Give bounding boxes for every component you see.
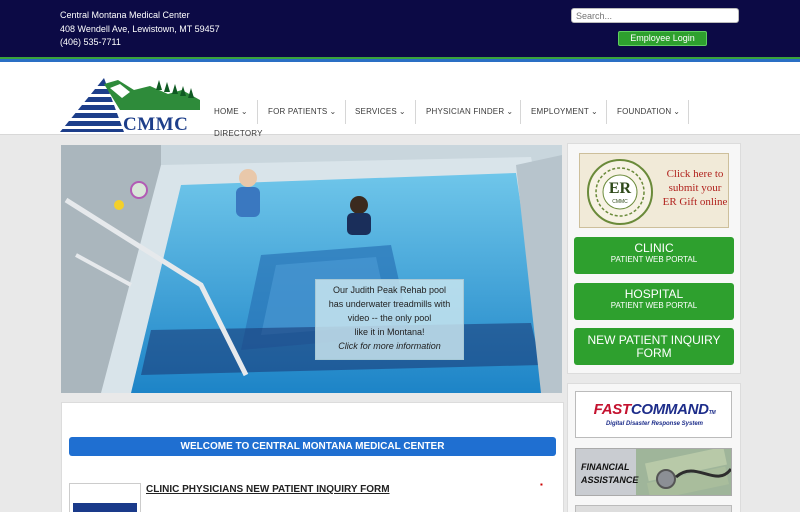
command-text: COMMAND	[630, 401, 709, 418]
red-marker-icon: ▪	[540, 480, 543, 489]
hospital-title: HOSPITAL	[624, 287, 684, 301]
nav-directory[interactable]: DIRECTORY	[214, 129, 263, 138]
nav-physician-finder[interactable]: PHYSICIAN FINDER ⌄	[426, 99, 513, 125]
nav-foundation-label: FOUNDATION	[617, 107, 672, 116]
fast-text: FAST	[593, 401, 631, 418]
nav-home[interactable]: HOME ⌄	[214, 99, 248, 125]
caption-line: has underwater treadmills with	[328, 299, 451, 309]
nav-divider	[415, 100, 416, 124]
er-badge-sub: CMMC	[612, 199, 628, 205]
sidebar-banner-partial[interactable]	[575, 505, 732, 512]
caption-line: like it in Montana!	[354, 327, 425, 337]
nav-for-patients[interactable]: FOR PATIENTS ⌄	[268, 99, 336, 125]
hospital-portal-button[interactable]: HOSPITAL PATIENT WEB PORTAL	[574, 283, 734, 320]
er-gift-text: Click here to submit your ER Gift online	[661, 167, 729, 209]
new-patient-line2: FORM	[636, 346, 672, 360]
contact-info: Central Montana Medical Center 408 Wende…	[60, 9, 220, 50]
nav-divider	[257, 100, 258, 124]
fastcommand-subtitle: Digital Disaster Response System	[605, 421, 704, 427]
nav-for-patients-label: FOR PATIENTS	[268, 107, 328, 116]
caption-line: video -- the only pool	[347, 313, 432, 323]
chevron-down-icon: ⌄	[591, 107, 598, 116]
financial-line: FINANCIAL	[581, 462, 630, 472]
chevron-down-icon: ⌄	[329, 107, 337, 116]
org-name: Central Montana Medical Center	[60, 10, 190, 20]
financial-assistance-banner[interactable]: FINANCIAL ASSISTANCE	[575, 448, 732, 496]
employee-login-button[interactable]: Employee Login	[618, 31, 707, 46]
search-input[interactable]	[571, 8, 739, 23]
top-bar: Central Montana Medical Center 408 Wende…	[0, 0, 800, 57]
nav-home-label: HOME	[214, 107, 239, 116]
rehab-pool-photo	[61, 145, 562, 393]
nav-divider	[520, 100, 521, 124]
er-gift-line: ER Gift online	[662, 196, 728, 208]
nav-divider	[345, 100, 346, 124]
inquiry-form-link[interactable]: CLINIC PHYSICIANS NEW PATIENT INQUIRY FO…	[146, 484, 390, 495]
nav-services[interactable]: SERVICES ⌄	[355, 99, 406, 125]
nav-divider	[688, 100, 689, 124]
nav-employment[interactable]: EMPLOYMENT ⌄	[531, 99, 598, 125]
caption-link[interactable]: Click for more information	[316, 339, 463, 353]
nav-foundation[interactable]: FOUNDATION ⌄	[617, 99, 680, 125]
clinic-sub: PATIENT WEB PORTAL	[610, 255, 698, 264]
er-gift-line: submit your	[668, 182, 722, 194]
fastcommand-title: FASTCOMMANDTM	[576, 401, 733, 418]
tm-mark: TM	[708, 410, 716, 416]
caption-line: Our Judith Peak Rehab pool	[332, 285, 447, 295]
hero-slideshow[interactable]	[61, 145, 562, 393]
stethoscope-money-image	[636, 449, 731, 495]
clinic-title: CLINIC	[634, 241, 674, 255]
nav-services-label: SERVICES	[355, 107, 397, 116]
nav-employment-label: EMPLOYMENT	[531, 107, 590, 116]
chevron-down-icon: ⌄	[506, 107, 514, 116]
caption-link-text: Click for more information	[338, 341, 441, 351]
address: 408 Wendell Ave, Lewistown, MT 59457	[60, 23, 220, 34]
phone[interactable]: (406) 535-7711	[60, 36, 220, 50]
hospital-sub: PATIENT WEB PORTAL	[610, 301, 698, 310]
new-patient-line1: NEW PATIENT INQUIRY	[587, 333, 721, 347]
logo-text[interactable]: CMMC	[123, 114, 188, 136]
chevron-down-icon: ⌄	[673, 107, 681, 116]
financial-line: ASSISTANCE	[581, 475, 639, 485]
welcome-banner: WELCOME TO CENTRAL MONTANA MEDICAL CENTE…	[69, 437, 556, 456]
clinic-portal-button[interactable]: CLINIC PATIENT WEB PORTAL	[574, 237, 734, 274]
chevron-down-icon: ⌄	[398, 107, 406, 116]
inquiry-thumbnail[interactable]	[69, 483, 141, 512]
fastcommand-banner[interactable]: FASTCOMMANDTM Digital Disaster Response …	[575, 391, 732, 438]
new-patient-inquiry-button[interactable]: NEW PATIENT INQUIRY FORM	[574, 328, 734, 365]
er-badge-text: ER	[608, 180, 632, 197]
financial-assistance-text: FINANCIAL ASSISTANCE	[581, 461, 638, 487]
er-gift-banner[interactable]: ER CMMC Click here to submit your ER Gif…	[579, 153, 729, 228]
nav-physician-finder-label: PHYSICIAN FINDER	[426, 107, 505, 116]
hero-caption[interactable]: Our Judith Peak Rehab pool has underwate…	[315, 279, 464, 360]
nav-divider	[606, 100, 607, 124]
chevron-down-icon: ⌄	[240, 107, 248, 116]
thumbnail-image	[73, 503, 137, 512]
er-gift-line: Click here to	[666, 168, 724, 180]
